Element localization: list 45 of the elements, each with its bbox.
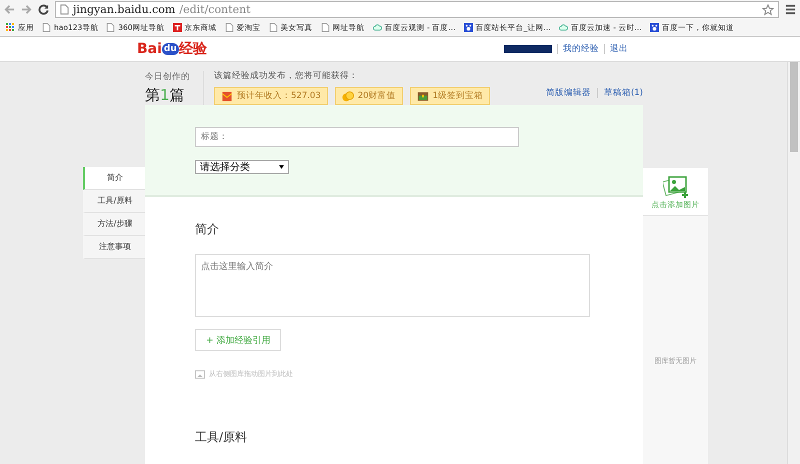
header-link[interactable]: 退出 <box>610 43 628 55</box>
paw-icon <box>464 23 473 32</box>
reload-icon[interactable] <box>38 4 49 15</box>
page-icon <box>42 23 51 32</box>
section-heading: 工具/原料 <box>195 429 248 446</box>
logo-paw-mark: du <box>162 43 179 55</box>
page-icon <box>320 23 330 32</box>
chest-icon <box>416 90 429 102</box>
apps-grid-icon <box>6 23 15 32</box>
header-link[interactable]: 我的经验 <box>563 43 599 55</box>
today-label: 今日创作的 <box>145 70 191 82</box>
page-icon <box>268 23 278 32</box>
page-icon <box>106 23 116 32</box>
reward-badge: 20财富值 <box>334 87 403 105</box>
logo-text: 经验 <box>178 40 207 58</box>
scrollbar-thumb[interactable] <box>790 62 798 152</box>
reward-badge: 预计年收入：527.03 <box>214 87 328 105</box>
rewards-intro: 该篇经验成功发布，您将可能获得： <box>214 70 359 82</box>
reward-badge: 1级签到宝箱 <box>410 87 490 105</box>
t-logo-icon <box>172 23 182 32</box>
address-bar[interactable]: jingyan.baidu.com /edit/content <box>55 1 779 18</box>
forward-icon[interactable] <box>21 4 32 15</box>
cloud-icon <box>372 23 382 32</box>
page-icon <box>60 4 69 15</box>
category-dropdown[interactable]: 请选择分类 <box>195 160 289 174</box>
image-icon <box>195 370 205 378</box>
coins-icon <box>342 90 354 102</box>
top-link[interactable]: 简版编辑器 <box>546 87 591 99</box>
page-icon <box>224 23 234 32</box>
menu-icon[interactable] <box>785 4 796 15</box>
cloud-icon <box>558 23 568 32</box>
caret-icon <box>279 165 284 169</box>
title-input[interactable]: 标题： <box>195 127 519 147</box>
paw-icon <box>650 23 659 32</box>
top-link[interactable]: 草稿箱(1) <box>604 87 643 99</box>
star-icon[interactable] <box>762 4 774 16</box>
envelope-icon <box>221 90 233 102</box>
logo-text: Bai <box>137 41 162 57</box>
add-image-icon <box>662 176 688 198</box>
intro-textarea[interactable]: 点击这里输入简介 <box>195 254 590 317</box>
scrollbar[interactable] <box>787 62 800 464</box>
article-count: 第1篇 <box>145 86 186 104</box>
section-heading: 简介 <box>195 221 220 238</box>
section-tab[interactable]: 简介 <box>83 167 145 190</box>
back-icon[interactable] <box>4 4 15 15</box>
